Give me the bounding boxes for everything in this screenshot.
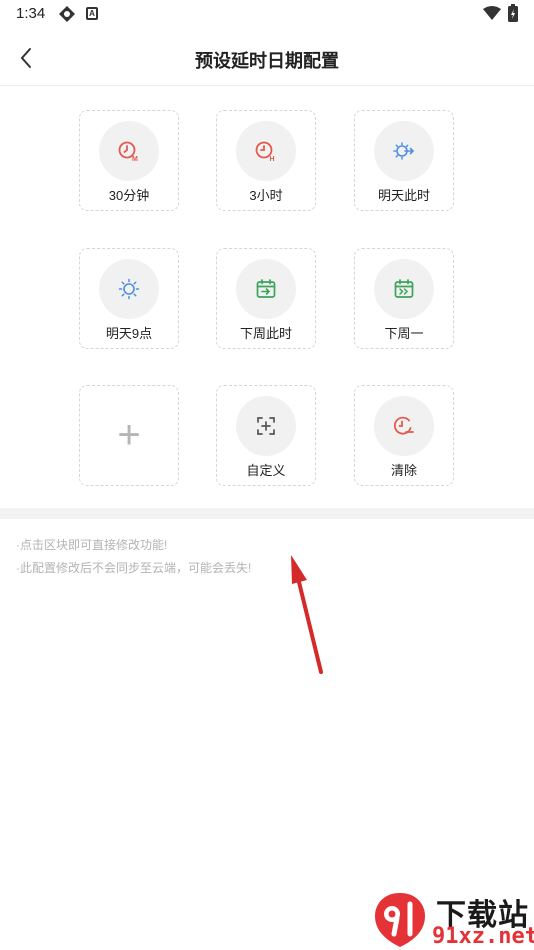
tile-30-minutes[interactable]: M 30分钟 bbox=[79, 110, 179, 211]
tile-icon-circle: H bbox=[236, 121, 296, 181]
calendar-next-icon bbox=[394, 279, 414, 298]
91-logo bbox=[375, 893, 425, 947]
calendar-arrow-icon bbox=[256, 279, 276, 298]
status-bar: 1:34 A bbox=[0, 0, 534, 28]
clock-clear-icon bbox=[393, 416, 414, 435]
tile-custom[interactable]: 自定义 bbox=[216, 385, 316, 486]
tile-label: 30分钟 bbox=[108, 188, 150, 203]
tile-label: 3小时 bbox=[249, 188, 283, 203]
sun-icon bbox=[118, 278, 140, 300]
watermark-url: 91xz.net bbox=[432, 924, 534, 949]
tile-label: 明天此时 bbox=[377, 188, 430, 203]
tile-next-week-this-time[interactable]: 下周此时 bbox=[216, 248, 316, 349]
title-bar: 预设延时日期配置 bbox=[0, 30, 534, 86]
battery-icon bbox=[508, 4, 518, 22]
tile-3-hours[interactable]: H 3小时 bbox=[216, 110, 316, 211]
tile-next-monday[interactable]: 下周一 bbox=[354, 248, 454, 349]
tile-icon-circle: M bbox=[99, 121, 159, 181]
drive-icon bbox=[59, 6, 75, 22]
annotation-arrow-icon bbox=[291, 555, 323, 674]
note-line-1: ·点击区块即可直接修改功能! bbox=[16, 538, 168, 552]
note-line-2: ·此配置修改后不会同步至云端，可能会丢失! bbox=[16, 561, 252, 575]
tile-label: 下周此时 bbox=[239, 326, 292, 341]
a-icon: A bbox=[86, 7, 98, 20]
tile-icon-circle bbox=[374, 121, 434, 181]
section-divider bbox=[0, 508, 534, 519]
plus-icon: + bbox=[117, 413, 141, 457]
tile-clear[interactable]: 清除 bbox=[354, 385, 454, 486]
status-time: 1:34 bbox=[16, 5, 46, 22]
tile-label: 明天9点 bbox=[105, 326, 153, 341]
tile-icon-circle bbox=[374, 396, 434, 456]
tile-tomorrow-this-time[interactable]: 明天此时 bbox=[354, 110, 454, 211]
clock-m-icon: M bbox=[118, 141, 138, 163]
tile-icon-circle bbox=[236, 259, 296, 319]
tile-icon-circle bbox=[374, 259, 434, 319]
clock-h-icon: H bbox=[255, 141, 275, 163]
tile-icon-circle bbox=[236, 396, 296, 456]
sun-arrow-icon bbox=[393, 142, 415, 160]
watermark: 下载站 91xz.net bbox=[370, 888, 534, 950]
tile-icon-circle bbox=[99, 259, 159, 319]
page-title: 预设延时日期配置 bbox=[195, 51, 339, 71]
tile-label: 自定义 bbox=[246, 463, 286, 478]
tile-label: 清除 bbox=[390, 463, 417, 478]
custom-icon bbox=[257, 417, 275, 435]
tile-add[interactable]: + bbox=[79, 385, 179, 486]
tile-label: 下周一 bbox=[384, 326, 424, 341]
svg-text:H: H bbox=[270, 156, 275, 163]
svg-text:M: M bbox=[132, 156, 138, 163]
wifi-icon bbox=[483, 6, 501, 20]
tile-tomorrow-9am[interactable]: 明天9点 bbox=[79, 248, 179, 349]
